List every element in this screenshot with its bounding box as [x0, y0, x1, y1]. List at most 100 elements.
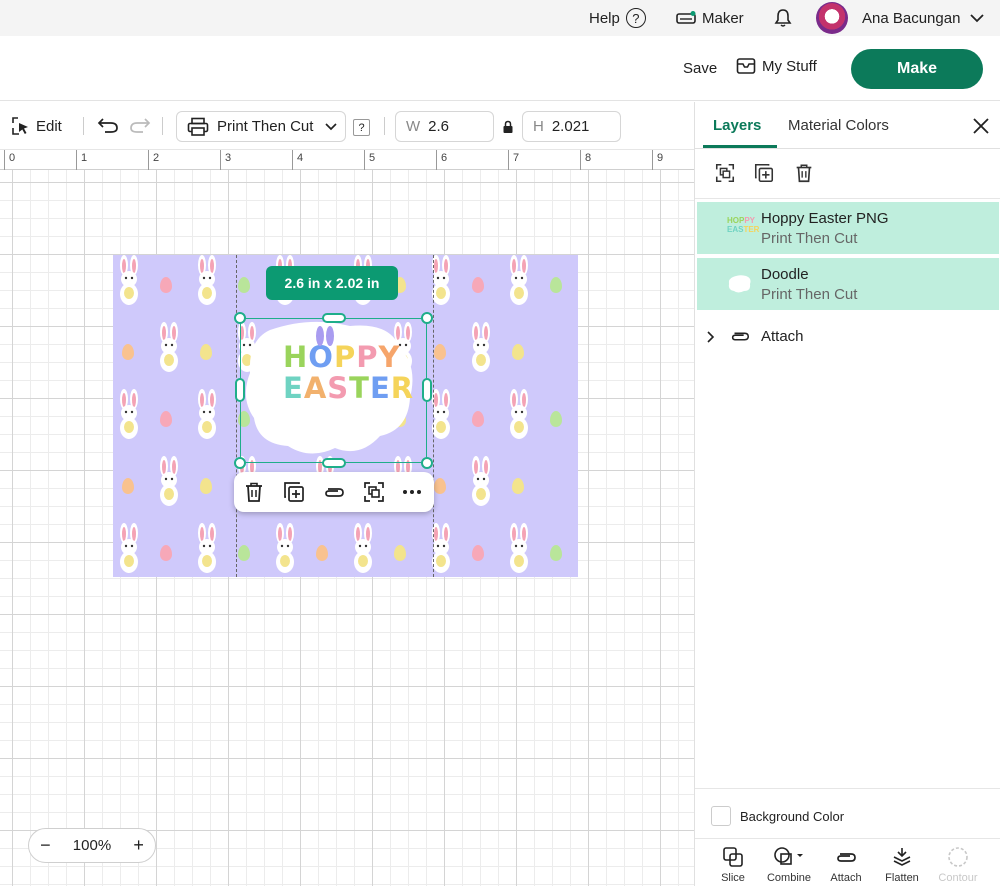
ruler-number: 6 — [441, 152, 448, 164]
design-canvas[interactable]: HOPPY EASTER 2.6 in x 2.02 in − 100% + — [0, 170, 694, 886]
bunny-illustration — [191, 389, 223, 441]
divider — [695, 788, 1000, 789]
divider — [695, 838, 1000, 839]
slice-label: Slice — [721, 872, 745, 884]
slice-icon — [723, 847, 743, 867]
ruler-tick — [220, 150, 221, 170]
background-color-label: Background Color — [740, 808, 845, 824]
user-name: Ana Bacungan — [862, 9, 961, 27]
easter-egg-illustration — [160, 277, 172, 293]
notifications-bell-icon[interactable] — [774, 0, 792, 36]
project-header: Save My Stuff Make — [0, 36, 1000, 101]
layer-thumbnail: HOPPY EASTER — [727, 216, 760, 234]
easter-egg-illustration — [434, 344, 446, 360]
easter-egg-illustration — [472, 545, 484, 561]
selection-quick-toolbar — [234, 472, 434, 512]
machine-icon — [676, 11, 696, 25]
edit-menu-button[interactable]: Edit — [10, 115, 62, 137]
ruler-number: 9 — [657, 152, 664, 164]
help-label: Help — [589, 9, 620, 27]
machine-selector[interactable]: Maker — [676, 0, 744, 36]
easter-egg-illustration — [472, 277, 484, 293]
width-field[interactable]: W 2.6 — [395, 111, 494, 142]
help-menu[interactable]: Help ? — [589, 0, 646, 36]
lock-icon[interactable] — [502, 120, 514, 139]
close-icon[interactable] — [973, 118, 989, 134]
layer-thumbnail — [728, 275, 751, 293]
bunny-illustration — [503, 255, 535, 307]
bunny-illustration — [153, 322, 185, 374]
layer-operation: Print Then Cut — [761, 286, 858, 303]
more-options-icon[interactable] — [400, 480, 424, 504]
background-color-toggle[interactable]: Background Color — [711, 806, 844, 826]
chevron-right-icon[interactable] — [707, 330, 715, 343]
resize-handle-top[interactable] — [322, 313, 346, 323]
group-icon[interactable] — [362, 480, 386, 504]
background-color-checkbox[interactable] — [711, 806, 731, 826]
attach-button[interactable]: Attach — [818, 846, 874, 884]
top-bar: Help ? Maker Ana Bacungan — [0, 0, 1000, 36]
slice-button[interactable]: Slice — [705, 846, 761, 884]
contour-icon — [948, 847, 968, 867]
layer-name: Hoppy Easter PNG — [761, 210, 889, 227]
divider — [384, 117, 385, 135]
ruler-tick — [148, 150, 149, 170]
combine-button[interactable]: Combine — [761, 846, 817, 884]
resize-handle-left[interactable] — [235, 378, 245, 402]
resize-handle-right[interactable] — [422, 378, 432, 402]
layer-row-doodle[interactable]: Doodle Print Then Cut — [697, 258, 999, 310]
easter-egg-illustration — [122, 344, 134, 360]
layer-row-hoppy-easter[interactable]: HOPPY EASTER Hoppy Easter PNG Print Then … — [697, 202, 999, 254]
tab-material-colors[interactable]: Material Colors — [788, 117, 889, 134]
my-stuff-button[interactable]: My Stuff — [736, 57, 817, 75]
attach-group-row[interactable]: Attach — [707, 328, 804, 345]
delete-icon[interactable] — [242, 480, 266, 504]
ruler-number: 2 — [153, 152, 160, 164]
machine-label: Maker — [702, 9, 744, 27]
undo-icon[interactable] — [97, 116, 119, 139]
bunny-illustration — [113, 389, 145, 441]
flatten-button[interactable]: Flatten — [874, 846, 930, 884]
bunny-illustration — [465, 456, 497, 508]
height-value[interactable]: 2.021 — [552, 118, 590, 135]
duplicate-icon[interactable] — [753, 162, 775, 184]
height-field[interactable]: H 2.021 — [522, 111, 621, 142]
flatten-label: Flatten — [885, 872, 919, 884]
resize-handle-top-right[interactable] — [421, 312, 433, 324]
layer-name: Doodle — [761, 266, 809, 283]
bunny-illustration — [269, 523, 301, 575]
ruler-number: 4 — [297, 152, 304, 164]
edit-label: Edit — [36, 117, 62, 135]
width-value[interactable]: 2.6 — [428, 118, 449, 135]
duplicate-icon[interactable] — [282, 480, 306, 504]
chevron-down-icon — [325, 122, 338, 130]
easter-egg-illustration — [472, 411, 484, 427]
resize-handle-bottom[interactable] — [322, 458, 346, 468]
group-icon[interactable] — [714, 162, 736, 184]
divider — [162, 117, 163, 135]
operation-help-button[interactable]: ? — [353, 119, 370, 136]
easter-egg-illustration — [512, 344, 524, 360]
easter-egg-illustration — [200, 478, 212, 494]
edit-cursor-icon — [12, 117, 28, 135]
resize-handle-bottom-left[interactable] — [234, 457, 246, 469]
tab-layers[interactable]: Layers — [713, 117, 761, 134]
zoom-in-button[interactable]: + — [133, 835, 144, 856]
operation-select[interactable]: Print Then Cut — [176, 111, 346, 142]
zoom-out-button[interactable]: − — [40, 835, 51, 856]
make-button[interactable]: Make — [851, 49, 983, 89]
user-menu[interactable]: Ana Bacungan — [816, 0, 985, 36]
inbox-icon — [736, 58, 756, 74]
resize-handle-top-left[interactable] — [234, 312, 246, 324]
ruler-tick — [76, 150, 77, 170]
chevron-down-icon — [970, 10, 985, 27]
bunny-illustration — [425, 523, 457, 575]
delete-icon[interactable] — [793, 162, 815, 184]
save-button[interactable]: Save — [683, 60, 717, 77]
attach-icon[interactable] — [322, 480, 346, 504]
active-tab-indicator — [703, 145, 777, 148]
resize-handle-bottom-right[interactable] — [421, 457, 433, 469]
selection-bounding-box[interactable] — [240, 318, 427, 463]
bunny-illustration — [503, 389, 535, 441]
redo-icon[interactable] — [129, 116, 151, 139]
